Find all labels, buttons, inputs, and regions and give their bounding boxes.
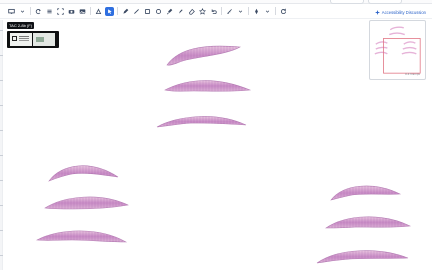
chevron-down-icon[interactable] bbox=[18, 7, 27, 16]
viewport-rectangle bbox=[383, 38, 421, 74]
display-icon[interactable] bbox=[7, 7, 16, 16]
chevron-down-icon[interactable] bbox=[263, 7, 272, 16]
rotate-icon[interactable] bbox=[34, 7, 43, 16]
sparkle-icon bbox=[374, 9, 380, 15]
qr-code-icon bbox=[12, 36, 17, 41]
rectangle-icon[interactable] bbox=[143, 7, 152, 16]
image-icon[interactable] bbox=[78, 7, 87, 16]
tissue-section bbox=[330, 185, 402, 201]
tissue-section bbox=[164, 80, 252, 92]
tissue-section bbox=[44, 196, 129, 210]
assistant-button[interactable]: Accessibility Discussion bbox=[374, 8, 426, 16]
toolbar-divider bbox=[30, 7, 31, 15]
viewer-toolbar: Accessibility Discussion bbox=[0, 4, 432, 19]
case-label: TAC 2-8b (F) bbox=[7, 22, 35, 29]
overview-minimap[interactable]: 0.47mm/px bbox=[369, 20, 426, 80]
minimap-canvas[interactable] bbox=[370, 21, 425, 79]
left-ruler bbox=[0, 20, 3, 270]
tissue-section bbox=[316, 250, 409, 264]
tissue-canvas[interactable] bbox=[4, 20, 432, 270]
compass-icon[interactable] bbox=[252, 7, 261, 16]
annotation-icon[interactable] bbox=[94, 7, 103, 16]
toolbar-divider bbox=[248, 7, 249, 15]
ellipse-icon[interactable] bbox=[154, 7, 163, 16]
chevron-down-icon[interactable] bbox=[236, 7, 245, 16]
tissue-section bbox=[36, 230, 128, 243]
slide-label-thumbnail[interactable] bbox=[7, 31, 59, 48]
toolbar-divider bbox=[221, 7, 222, 15]
minimap-scale: 0.47mm/px bbox=[405, 72, 420, 76]
brush-icon[interactable] bbox=[165, 7, 174, 16]
select-icon[interactable] bbox=[105, 6, 114, 16]
tissue-section bbox=[325, 216, 412, 229]
measure-icon[interactable] bbox=[225, 7, 234, 16]
tissue-section bbox=[48, 165, 119, 182]
pen-icon[interactable] bbox=[121, 7, 130, 16]
eraser-icon[interactable] bbox=[187, 7, 196, 16]
assistant-label: Accessibility Discussion bbox=[381, 9, 426, 15]
slide-viewer[interactable] bbox=[4, 20, 432, 270]
list-icon[interactable] bbox=[45, 7, 54, 16]
marker-icon[interactable] bbox=[176, 7, 185, 16]
tissue-section bbox=[156, 116, 247, 128]
refresh-icon[interactable] bbox=[279, 7, 288, 16]
fit-icon[interactable] bbox=[56, 7, 65, 16]
toolbar-divider bbox=[90, 7, 91, 15]
star-icon[interactable] bbox=[198, 7, 207, 16]
camera-icon[interactable] bbox=[67, 7, 76, 16]
toolbar-divider bbox=[117, 7, 118, 15]
line-icon[interactable] bbox=[132, 7, 141, 16]
undo-icon[interactable] bbox=[209, 7, 218, 16]
tissue-section bbox=[166, 45, 241, 66]
toolbar-divider bbox=[275, 7, 276, 15]
